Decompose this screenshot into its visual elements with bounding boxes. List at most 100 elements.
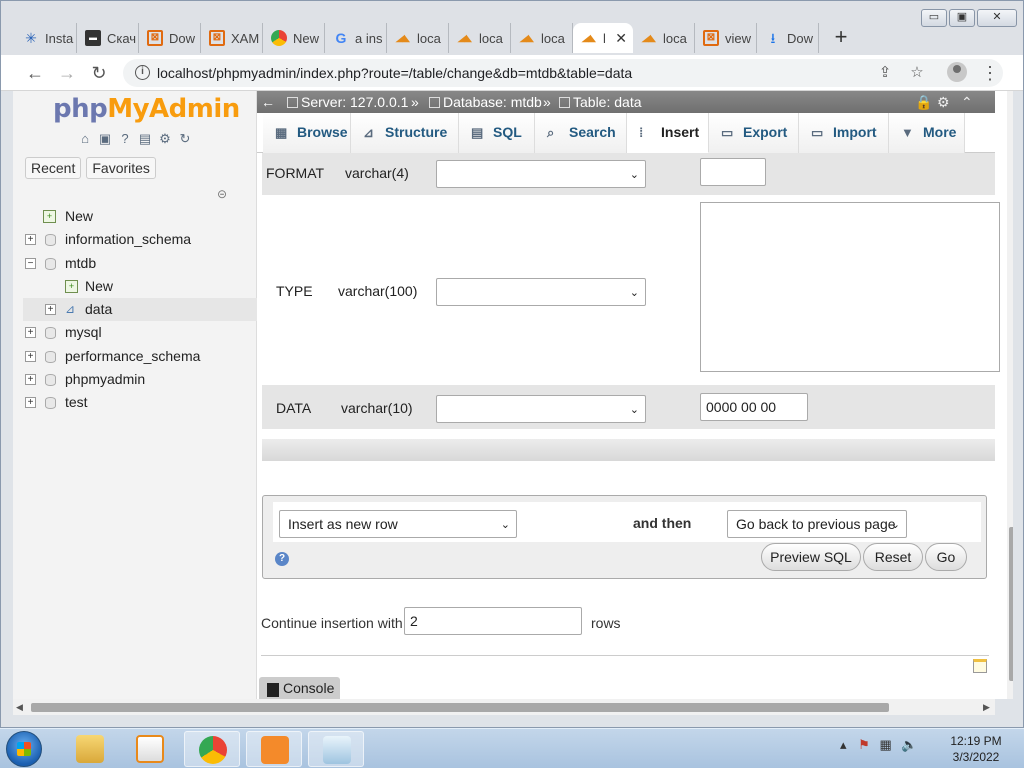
maximize-button[interactable]: ▣ (949, 9, 975, 27)
url-text[interactable]: localhost/phpmyadmin/index.php?route=/ta… (157, 65, 632, 81)
share-icon[interactable]: ⇪ (875, 63, 895, 83)
volume-icon[interactable]: 🔈 (901, 737, 917, 752)
browser-tab[interactable]: New (263, 23, 325, 53)
xampp-taskbar-button[interactable] (246, 731, 302, 767)
tab-insert[interactable]: ⁞ Insert (627, 113, 709, 153)
gear-icon[interactable]: ⚙ (157, 131, 173, 147)
reset-button[interactable]: Reset (863, 543, 923, 571)
tree-item-new-table[interactable]: + New (23, 275, 257, 298)
refresh-icon[interactable]: ↻ (177, 131, 193, 147)
browser-tab[interactable]: ◢◣ loca (633, 23, 695, 53)
collapse-icon[interactable]: − (25, 257, 36, 269)
browser-tab[interactable]: ⊠ view (695, 23, 757, 53)
recent-button[interactable]: Recent (25, 157, 82, 179)
minimize-button[interactable]: ▭ (921, 9, 947, 27)
breadcrumb-database[interactable]: Database: mtdb (429, 91, 542, 113)
function-select[interactable]: ⌄ (436, 278, 646, 306)
tree-item-test[interactable]: + test (23, 391, 257, 414)
browser-tab[interactable]: ◢◣ loca (449, 23, 511, 53)
clock[interactable]: 12:19 PM 3/3/2022 (944, 733, 1008, 765)
preview-sql-button[interactable]: Preview SQL (761, 543, 861, 571)
tab-more[interactable]: ▼ More (889, 113, 965, 153)
tab-structure[interactable]: ⊿ Structure (351, 113, 459, 153)
expand-icon[interactable]: + (25, 327, 36, 339)
browser-tab[interactable]: ⭳ Dow (757, 23, 819, 53)
after-insert-select[interactable]: Go back to previous page ⌄ (727, 510, 907, 538)
help-icon[interactable]: ? (275, 552, 289, 566)
expand-icon[interactable]: + (25, 234, 36, 246)
notepad-taskbar-button[interactable] (308, 731, 364, 767)
site-info-icon[interactable]: i (135, 65, 150, 80)
forward-arrow-icon[interactable]: → (55, 61, 79, 85)
lock-icon[interactable]: 🔒 (915, 91, 932, 113)
tree-item-information-schema[interactable]: + information_schema (23, 228, 257, 251)
expand-icon[interactable]: + (25, 350, 36, 362)
start-button[interactable] (6, 731, 42, 767)
reload-icon[interactable]: ↻ (87, 61, 111, 85)
tree-item-performance-schema[interactable]: + performance_schema (23, 345, 257, 368)
browser-tab[interactable]: ◢◣ loca (387, 23, 449, 53)
function-select[interactable]: ⌄ (436, 160, 646, 188)
expand-icon[interactable]: + (45, 304, 56, 316)
gear-icon[interactable]: ⚙ (937, 91, 950, 113)
network-icon[interactable]: ▦ (879, 737, 891, 752)
scrollbar-thumb[interactable] (31, 703, 889, 712)
value-textarea[interactable] (700, 202, 1000, 372)
breadcrumb-table[interactable]: Table: data (559, 91, 642, 113)
breadcrumb-server[interactable]: Server: 127.0.0.1 (287, 91, 408, 113)
close-tab-icon[interactable]: ✕ (615, 30, 627, 47)
scroll-right-icon[interactable]: ▶ (983, 699, 990, 715)
vertical-scrollbar[interactable] (1007, 91, 1013, 699)
horizontal-scrollbar[interactable]: ◀ ▶ (13, 699, 995, 715)
phpmyadmin-logo[interactable]: phpMyAdmin (53, 94, 240, 124)
browser-tab[interactable]: ⊠ Dow (139, 23, 201, 53)
tab-import[interactable]: ▭ Import (799, 113, 889, 153)
scrollbar-thumb[interactable] (1009, 527, 1013, 681)
note-icon[interactable] (973, 659, 987, 673)
back-arrow-icon[interactable]: ← (23, 61, 47, 85)
collapse-up-icon[interactable]: ⌃ (961, 91, 973, 113)
tree-item-data[interactable]: + ⊿ data (23, 298, 257, 322)
browser-tab[interactable]: ⊠ XAM (201, 23, 263, 53)
bookmark-star-icon[interactable]: ☆ (907, 63, 927, 83)
scroll-left-icon[interactable]: ◀ (16, 699, 23, 715)
home-icon[interactable]: ⌂ (77, 131, 93, 147)
close-window-button[interactable]: ✕ (977, 9, 1017, 27)
function-select[interactable]: ⌄ (436, 395, 646, 423)
explorer-taskbar-button[interactable] (62, 731, 118, 767)
docs-icon[interactable]: ▤ (137, 131, 153, 147)
browser-tab[interactable]: ✳ Insta (15, 23, 77, 53)
insert-mode-select[interactable]: Insert as new row ⌄ (279, 510, 517, 538)
action-center-icon[interactable]: ⚑ (858, 737, 870, 752)
browser-tab[interactable]: ▬ Скач (77, 23, 139, 53)
browser-tab-active[interactable]: ◢◣ l ✕ (573, 23, 633, 53)
help-icon[interactable]: ? (117, 131, 133, 147)
tree-item-new[interactable]: + New (23, 205, 257, 228)
browser-tab[interactable]: Ga ins (325, 23, 387, 53)
tree-item-phpmyadmin[interactable]: + phpmyadmin (23, 368, 257, 391)
tab-sql[interactable]: ▤ SQL (459, 113, 535, 153)
rows-input[interactable]: 2 (404, 607, 582, 635)
tab-export[interactable]: ▭ Export (709, 113, 799, 153)
profile-avatar[interactable] (947, 62, 967, 82)
tab-search[interactable]: ⌕ Search (535, 113, 627, 153)
show-hidden-icon[interactable]: ▴ (840, 737, 847, 752)
expand-icon[interactable]: + (25, 397, 36, 409)
tree-item-mysql[interactable]: + mysql (23, 321, 257, 344)
tab-browse[interactable]: ▦ Browse (263, 113, 351, 153)
favorites-button[interactable]: Favorites (86, 157, 156, 179)
address-bar[interactable]: i localhost/phpmyadmin/index.php?route=/… (123, 59, 1003, 87)
value-input[interactable]: 0000 00 00 (700, 393, 808, 421)
new-tab-button[interactable]: + (823, 23, 859, 53)
collapse-panel-icon[interactable]: ← (261, 91, 275, 113)
go-button[interactable]: Go (925, 543, 967, 571)
console-button[interactable]: Console (259, 677, 341, 699)
value-input[interactable] (700, 158, 766, 186)
link-icon[interactable]: ⊝ (217, 187, 227, 201)
chrome-taskbar-button[interactable] (184, 731, 240, 767)
exit-icon[interactable]: ▣ (97, 131, 113, 147)
menu-kebab-icon[interactable]: ⋮ (981, 61, 999, 85)
media-player-taskbar-button[interactable] (122, 731, 178, 767)
expand-icon[interactable]: + (25, 374, 36, 386)
browser-tab[interactable]: ◢◣ loca (511, 23, 573, 53)
